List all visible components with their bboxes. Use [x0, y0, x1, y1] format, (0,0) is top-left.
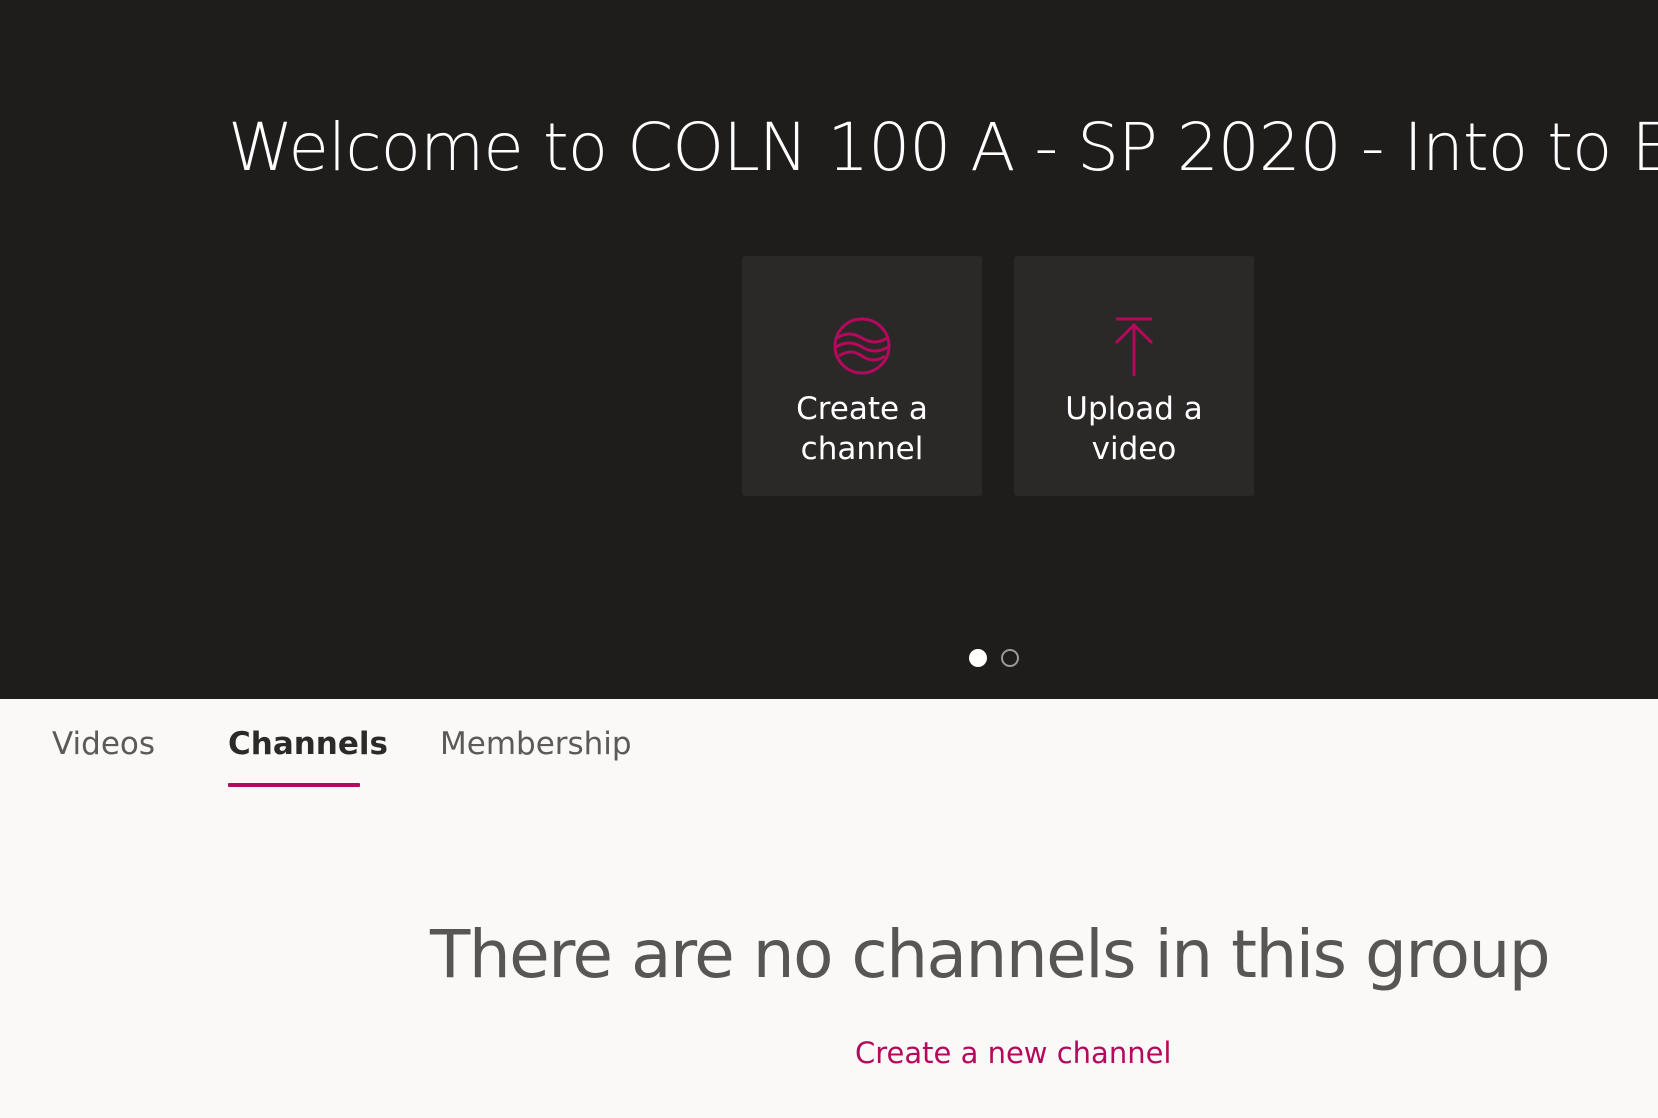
tab-videos[interactable]: Videos [52, 721, 155, 791]
tab-membership[interactable]: Membership [440, 721, 632, 791]
hero-title: Welcome to COLN 100 A - SP 2020 - Into t… [228, 109, 1658, 186]
upload-icon [1114, 317, 1154, 376]
channel-icon [833, 317, 891, 375]
upload-video-tile[interactable]: Upload a video [1014, 256, 1254, 496]
empty-state: There are no channels in this group [430, 905, 1630, 1005]
create-channel-tile[interactable]: Create a channel [742, 256, 982, 496]
upload-video-label: Upload a video [1065, 391, 1203, 467]
selected-tab-indicator [228, 783, 360, 787]
group-tabs: Videos Channels Membership [0, 699, 1658, 799]
create-channel-label: Create a channel [796, 391, 928, 467]
empty-state-message: There are no channels in this group [430, 916, 1551, 993]
hero-banner: Welcome to COLN 100 A - SP 2020 - Into t… [0, 0, 1658, 699]
carousel-dot-1[interactable] [969, 649, 987, 667]
carousel-dot-2[interactable] [1001, 649, 1019, 667]
tab-channels[interactable]: Channels [228, 721, 388, 791]
create-new-channel-link[interactable]: Create a new channel [855, 1032, 1171, 1074]
